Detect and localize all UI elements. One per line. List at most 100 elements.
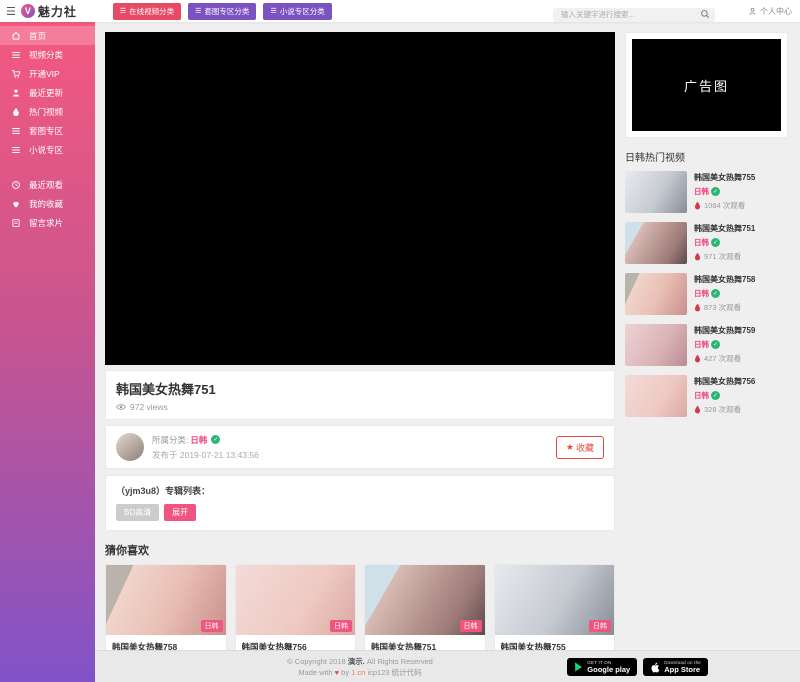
list-icon [11,145,21,155]
sidebar-item-hot-videos[interactable]: 热门视频 [0,102,95,121]
sidebar-item-recently-watched[interactable]: 最近观看 [0,175,95,194]
search-icon[interactable] [700,6,710,24]
nav-button-label: 在线视频分类 [129,6,174,17]
nav-button-label: 小说专区分类 [280,6,325,17]
video-thumbnail[interactable]: 日韩 [236,565,356,635]
hot-video-item[interactable]: 韩国美女热舞755 日韩 1084 次观看 [625,171,788,213]
video-title-card: 韩国美女热舞751 972 views [105,370,615,420]
hot-item-title[interactable]: 韩国美女热舞755 [694,172,755,183]
sidebar-divider [0,159,95,171]
madewith-post: icp123 统计代码 [365,668,421,677]
quality-button[interactable]: BD高清 [116,504,159,521]
sidebar-item-novel-zone[interactable]: 小说专区 [0,140,95,159]
flame-icon [694,354,701,363]
category-badge: 日韩 [330,620,352,632]
category-link[interactable]: 日韩 [190,434,207,446]
video-thumbnail[interactable] [625,375,687,417]
right-sidebar: 广告图 日韩热门视频 韩国美女热舞755 日韩 1084 次观看 韩国美女热舞7… [625,32,788,426]
hot-video-item[interactable]: 韩国美女热舞758 日韩 873 次观看 [625,273,788,315]
sidebar-item-label: 首页 [29,30,46,42]
favorite-button[interactable]: 收藏 [556,436,604,459]
sidebar-item-video-categories[interactable]: 视频分类 [0,45,95,64]
category-link[interactable]: 日韩 [694,288,709,299]
category-link[interactable]: 日韩 [694,186,709,197]
history-icon [11,180,21,190]
nav-novel-zone-button[interactable]: ☰ 小说专区分类 [263,3,331,20]
search-input[interactable] [553,8,715,22]
video-player[interactable] [105,32,615,365]
user-center-label: 个人中心 [760,6,792,17]
logo-text: 魅力社 [38,3,77,20]
user-center-link[interactable]: 个人中心 [748,6,792,17]
nav-button-label: 套图专区分类 [204,6,249,17]
category-link[interactable]: 日韩 [694,339,709,350]
store-badges: GET IT ON Google play Download on the Ap… [567,658,708,676]
sidebar-item-vip[interactable]: 开通VIP [0,64,95,83]
nav-online-video-button[interactable]: ☰ 在线视频分类 [113,3,181,20]
badge-title: App Store [664,666,701,674]
sidebar-item-request-video[interactable]: 留言求片 [0,213,95,232]
hot-videos-heading: 日韩热门视频 [625,149,788,164]
logo-v-icon: V [21,4,35,18]
cart-icon [11,69,21,79]
hot-item-title[interactable]: 韩国美女热舞756 [694,376,755,387]
category-badge: 日韩 [201,620,223,632]
heart-icon [11,199,21,209]
video-thumbnail[interactable]: 日韩 [495,565,615,635]
footer-link[interactable]: 1.cn [351,668,365,677]
home-icon [11,31,21,41]
verified-check-icon [211,435,220,444]
user-icon [11,88,21,98]
apple-icon [650,662,660,673]
video-thumbnail[interactable] [625,171,687,213]
hot-item-views: 427 次观看 [704,353,741,364]
uploader-avatar[interactable] [116,433,144,461]
flame-icon [11,107,21,117]
hot-video-item[interactable]: 韩国美女热舞759 日韩 427 次观看 [625,324,788,366]
hot-item-title[interactable]: 韩国美女热舞758 [694,274,755,285]
nav-photo-zone-button[interactable]: ☰ 套图专区分类 [188,3,256,20]
category-link[interactable]: 日韩 [694,237,709,248]
video-thumbnail[interactable] [625,222,687,264]
hot-video-item[interactable]: 韩国美女热舞751 日韩 971 次观看 [625,222,788,264]
hamburger-menu-icon[interactable]: ☰ [6,5,16,18]
sidebar-item-label: 留言求片 [29,217,63,229]
sidebar-item-recent-updates[interactable]: 最近更新 [0,83,95,102]
sidebar-item-label: 我的收藏 [29,198,63,210]
copyright-pre: © Copyright 2018 [287,657,348,666]
sidebar-item-photo-zone[interactable]: 套图专区 [0,121,95,140]
ad-card: 广告图 [625,32,788,138]
list-icon: ☰ [195,7,201,15]
sidebar-item-label: 最近观看 [29,179,63,191]
ad-banner[interactable]: 广告图 [632,39,781,131]
list-icon: ☰ [270,7,276,15]
list-icon: ☰ [120,7,126,15]
hot-video-item[interactable]: 韩国美女热舞756 日韩 328 次观看 [625,375,788,417]
sidebar-item-home[interactable]: 首页 [0,26,95,45]
site-logo[interactable]: V 魅力社 [21,3,105,20]
verified-check-icon [711,391,720,400]
video-thumbnail[interactable]: 日韩 [365,565,485,635]
video-thumbnail[interactable]: 日韩 [106,565,226,635]
sidebar-item-label: 视频分类 [29,49,63,61]
hot-item-title[interactable]: 韩国美女热舞751 [694,223,755,234]
sidebar-item-label: 最近更新 [29,87,63,99]
google-play-icon [574,662,583,672]
view-count: 972 views [130,402,168,412]
verified-check-icon [711,187,720,196]
hot-item-title[interactable]: 韩国美女热舞759 [694,325,755,336]
video-thumbnail[interactable] [625,273,687,315]
app-store-badge[interactable]: Download on the App Store [643,658,708,676]
video-thumbnail[interactable] [625,324,687,366]
google-play-badge[interactable]: GET IT ON Google play [567,658,637,676]
sidebar-item-my-favorites[interactable]: 我的收藏 [0,194,95,213]
eye-icon [116,403,126,411]
category-link[interactable]: 日韩 [694,390,709,401]
flame-icon [694,303,701,312]
flame-icon [694,201,701,210]
hot-item-views: 328 次观看 [704,404,741,415]
page-content: 韩国美女热舞751 972 views 所属分类: 日韩 发布于 2019-07… [95,22,800,650]
left-sidebar: 首页 视频分类 开通VIP 最近更新 热门视频 套图专区 小说专区 [0,22,95,682]
footer-brand: 演示. [348,657,365,666]
expand-button[interactable]: 展开 [164,504,196,521]
